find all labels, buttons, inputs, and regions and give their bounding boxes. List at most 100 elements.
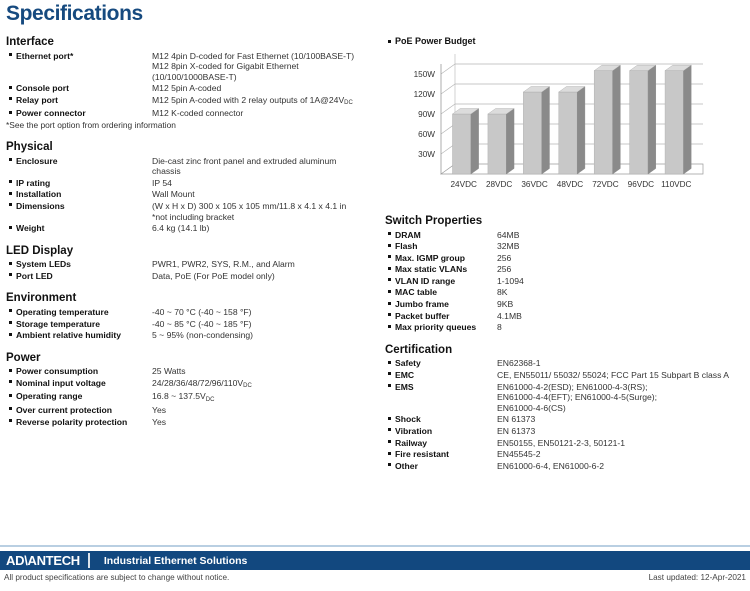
spec-value: 16.8 ~ 137.5VDC [152,391,215,403]
spec-value: 32MB [497,241,520,252]
spec-label: Ethernet port* [16,50,74,61]
bullet-icon [385,287,395,293]
spec-value: 8K [497,287,508,298]
bullet-icon [6,155,16,162]
spec-label: Ambient relative humidity [16,330,122,341]
spec-value: 256 [497,252,512,263]
spec-label: Port LED [16,270,53,281]
bullet-icon [385,36,395,43]
bullet-icon [385,252,395,259]
bullet-icon [6,318,16,324]
bullet-icon [385,414,395,420]
spec-label: Storage temperature [16,318,101,329]
chart-bar [593,64,621,175]
bullet-icon [6,377,16,384]
spec-row: Dimensions (W x H x D) 300 x 105 x 105 mm… [6,200,374,222]
y-axis-tick-label: 30W [418,150,435,159]
spec-row: Max priority queues 8 [385,322,747,333]
spec-row: Over current protection Yes [6,404,374,415]
spec-label: Enclosure [16,155,58,166]
bullet-icon [6,189,16,195]
spec-label: Console port [16,83,69,94]
footer-last-updated: Last updated: 12-Apr-2021 [648,573,746,582]
bullet-icon [6,330,16,336]
spec-label: Over current protection [16,404,112,415]
section-title-interface: Interface [6,36,54,48]
section-title-power: Power [6,351,41,364]
bullet-icon [6,391,16,397]
spec-value: EN62368-1 [497,358,541,369]
footer-disclaimer: All product specifications are subject t… [4,573,230,582]
spec-label: Dimensions [16,200,65,211]
bullet-icon [6,306,16,313]
bullet-icon [385,460,395,467]
spec-value: EN61000-4-2(ESD); EN61000-4-3(RS); EN6100… [497,381,658,413]
spec-label: Operating range [16,391,83,402]
logo-divider [87,553,90,568]
spec-row: Operating range 16.8 ~ 137.5VDC [6,391,374,404]
spec-row: Reverse polarity protection Yes [6,416,374,427]
spec-label: Shock [395,414,421,425]
spec-value: 4.1MB [497,310,522,321]
spec-label: Safety [395,358,421,369]
spec-row: System LEDs PWR1, PWR2, SYS, R.M., and Al… [6,259,374,270]
poe-power-budget-chart: 30W 60W 90W 120W 150W 24VDC 28VDC 36VDC 48VDC 72V… [389,52,719,204]
spec-label: Railway [395,437,428,448]
bullet-icon [385,358,395,364]
footer-bar: AD\ANTECH Industrial Ethernet Solutions [0,551,750,570]
bullet-icon [6,94,16,101]
spec-label: Power consumption [16,366,99,377]
spec-row: IP rating IP 54 [6,177,374,188]
chart-canvas: 30W 60W 90W 120W 150W 24VDC 28VDC 36VDC 48VDC 72V… [414,54,704,189]
spec-value: M12 5pin A-coded [152,83,222,94]
bullet-icon [6,177,16,184]
bullet-icon [6,259,16,265]
bullet-icon [6,200,16,207]
footer-divider [0,545,750,547]
bullet-icon [385,369,395,376]
spec-value: Die-cast zinc front panel and extruded a… [152,155,337,177]
spec-value: EN 61373 [497,425,536,436]
spec-row: Flash 32MB [385,241,747,252]
spec-value: -40 ~ 70 °C (-40 ~ 158 °F) [152,306,252,317]
spec-row: Packet buffer 4.1MB [385,310,747,321]
bullet-icon [6,223,16,229]
spec-row: Enclosure Die-cast zinc front panel and e… [6,155,374,177]
spec-row: Railway EN50155, EN50121-2-3, 50121-1 [385,437,747,448]
right-column: PoE Power Budget 30W 60W 90W 120W 150W 24VDC 2… [385,36,747,472]
spec-label: Power connector [16,108,86,119]
x-axis-tick-label: 28VDC [486,180,512,189]
spec-label: IP rating [16,177,51,188]
x-axis-tick-label: 36VDC [521,180,547,189]
spec-row: Other EN61000-6-4, EN61000-6-2 [385,460,747,471]
spec-value: M12 5pin A-coded with 2 relay outputs of… [152,94,353,107]
y-axis-tick-label: 120W [414,90,436,99]
spec-value: CE, EN55011/ 55032/ 55024; FCC Part 15 S… [497,369,730,380]
bullet-icon [385,381,395,388]
spec-row: Console port M12 5pin A-coded [6,83,374,94]
spec-row: EMS EN61000-4-2(ESD); EN61000-4-3(RS); EN6… [385,381,747,413]
x-axis-tick-label: 24VDC [451,180,477,189]
section-title-physical: Physical [6,141,53,154]
advantech-logo: AD\ANTECH [6,553,80,568]
spec-value: 25 Watts [152,366,186,377]
left-column: Interface Ethernet port* M12 4pin D-coded … [6,36,374,428]
chart-bar [558,86,586,175]
spec-row: Weight 6.4 kg (14.1 lb) [6,223,374,234]
spec-label: Nominal input voltage [16,377,106,388]
spec-label: EMC [395,369,415,380]
chart-title: PoE Power Budget [395,36,476,46]
chart-bar [664,64,692,175]
spec-label: EMS [395,381,414,392]
chart-bar [451,108,480,175]
bullet-icon [385,229,395,235]
chart-bar [522,86,551,175]
footer-tagline: Industrial Ethernet Solutions [103,554,248,567]
spec-label: Other [395,460,418,471]
spec-label: Packet buffer [395,310,450,321]
bullet-icon [6,366,16,372]
spec-value: EN61000-6-4, EN61000-6-2 [497,460,605,471]
spec-row: Fire resistant EN45545-2 [385,449,747,460]
section-title-certification: Certification [385,343,453,356]
spec-value: 5 ~ 95% (non-condensing) [152,330,254,341]
